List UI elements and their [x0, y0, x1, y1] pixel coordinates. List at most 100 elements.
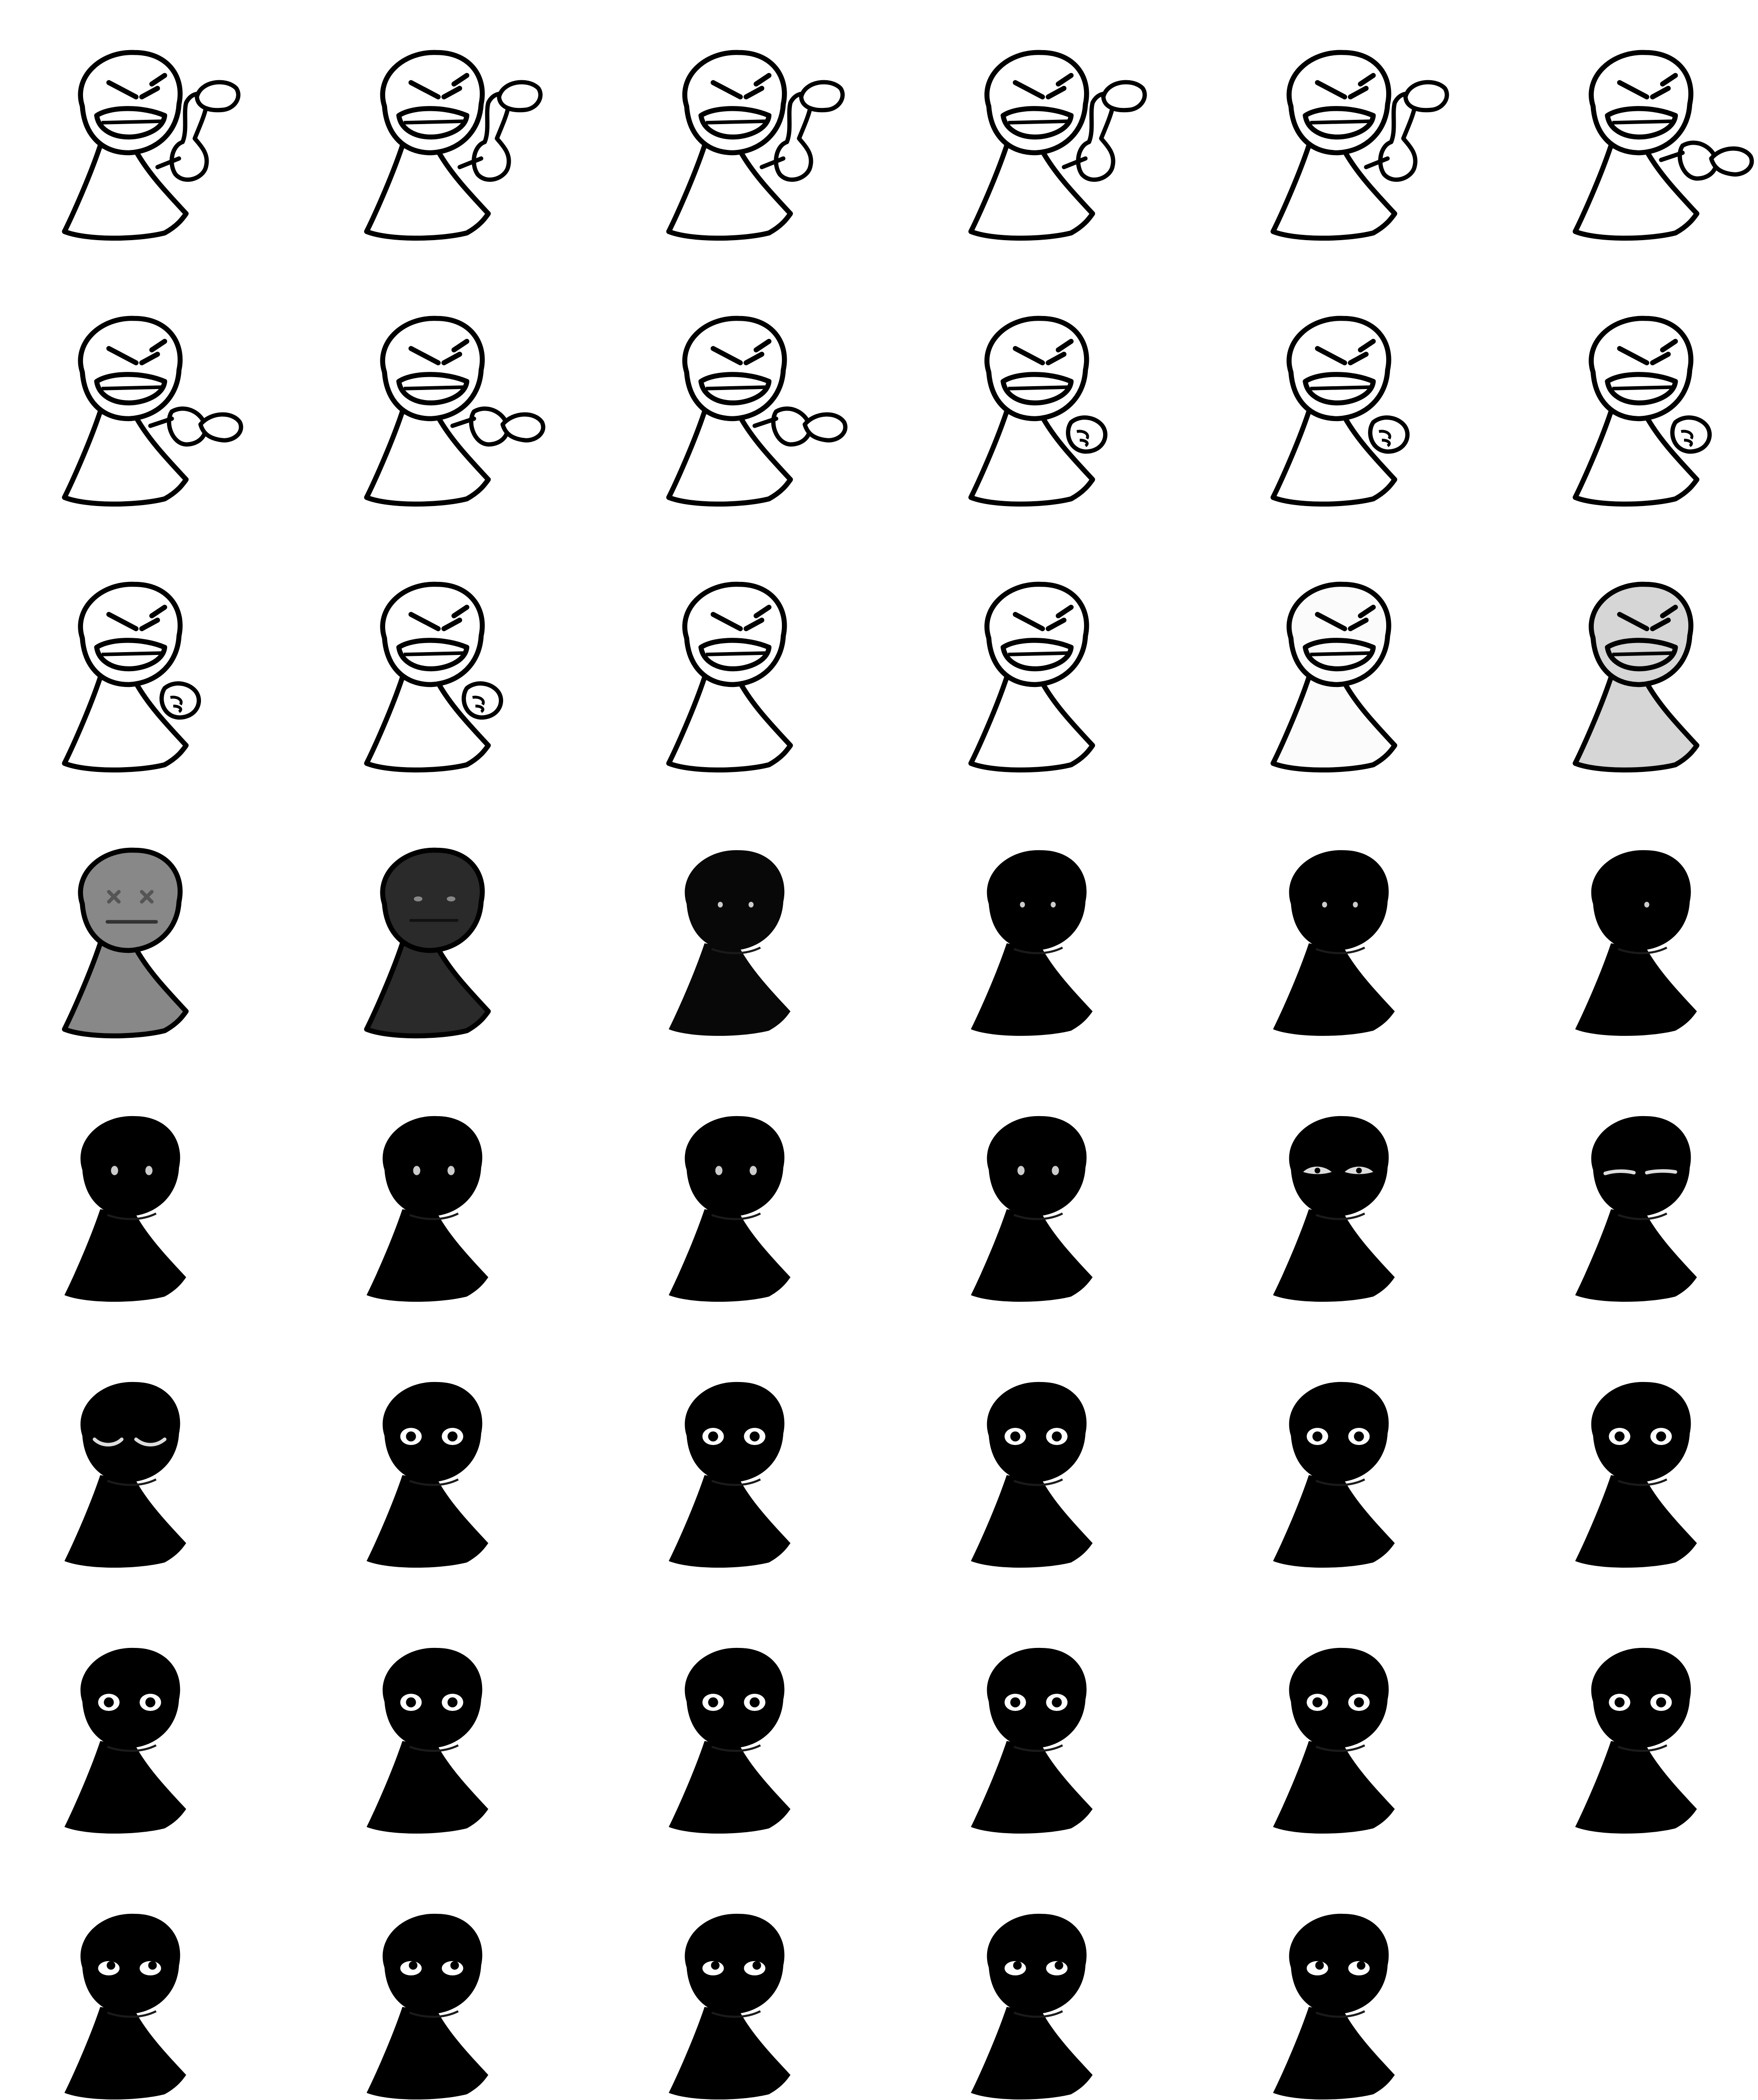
thumb-tip: [799, 80, 845, 113]
pupil-left: [106, 1961, 116, 1970]
character-frame-5: [1270, 50, 1449, 241]
character-frame-21: [669, 850, 790, 1036]
head: [1591, 850, 1691, 950]
pupil-right: [1357, 1961, 1366, 1970]
character-frame-10: [968, 316, 1108, 507]
character-frame-3: [666, 50, 845, 241]
head: [80, 1647, 180, 1748]
head: [80, 1116, 180, 1216]
pupil-right: [447, 1697, 458, 1708]
teeth-line: [1612, 385, 1673, 390]
head: [987, 1116, 1087, 1216]
body: [669, 1209, 790, 1302]
pupil-right: [749, 1431, 760, 1442]
thumb-tip: [195, 80, 241, 113]
pupil-right: [148, 1961, 157, 1970]
teeth-line: [403, 385, 464, 390]
body: [367, 1209, 488, 1302]
body: [971, 1209, 1093, 1302]
character-frame-38: [367, 1647, 488, 1834]
head: [1289, 850, 1389, 950]
character-frame-27: [669, 1116, 790, 1302]
pupil-right: [1356, 1168, 1362, 1173]
character-frame-29: [1273, 1116, 1395, 1302]
pupil-right: [749, 1697, 760, 1708]
head: [987, 1913, 1087, 2014]
body: [364, 143, 491, 241]
character-frame-33: [669, 1382, 790, 1568]
body: [1273, 1209, 1395, 1302]
head: [80, 1382, 180, 1482]
body: [364, 940, 491, 1039]
body: [64, 2007, 186, 2100]
character-frame-7: [62, 316, 243, 507]
teeth-line: [1008, 385, 1069, 390]
pupil-left: [406, 1431, 416, 1442]
head: [1591, 1647, 1691, 1748]
thumb-side: [802, 412, 848, 443]
body: [1273, 2007, 1395, 2100]
character-frame-40: [971, 1647, 1093, 1834]
teeth-line: [403, 651, 464, 656]
body: [64, 1741, 186, 1834]
pupil-right: [1354, 1431, 1364, 1442]
teeth-line: [705, 119, 767, 125]
teeth-line: [1008, 651, 1069, 656]
pupil-left: [708, 1431, 718, 1442]
character-frame-2: [364, 50, 543, 241]
character-frame-16: [968, 581, 1095, 773]
thumb-side: [198, 412, 243, 443]
character-frame-37: [64, 1647, 186, 1834]
teeth-line: [403, 119, 464, 125]
pupil-left: [409, 1961, 418, 1970]
thumb-side: [1709, 146, 1754, 177]
body: [1270, 143, 1398, 241]
teeth-line: [1310, 651, 1371, 656]
character-frame-44: [367, 1913, 488, 2100]
character-frame-36: [1575, 1382, 1697, 1568]
teeth-line: [101, 651, 162, 656]
teeth-line: [705, 385, 767, 390]
eye-left: [1020, 902, 1025, 908]
character-frame-6: [1572, 50, 1754, 241]
pupil-right: [1656, 1697, 1666, 1708]
pupil-left: [104, 1697, 114, 1708]
head: [987, 1382, 1087, 1482]
head: [684, 1382, 785, 1482]
character-frame-26: [367, 1116, 488, 1302]
body: [1575, 943, 1697, 1036]
head: [1591, 1382, 1691, 1482]
head: [1289, 1116, 1389, 1216]
character-frame-24: [1575, 850, 1697, 1036]
thumb-tip: [1403, 80, 1449, 113]
character-frame-31: [64, 1382, 186, 1568]
pupil-left: [1315, 1168, 1320, 1173]
character-frame-17: [1270, 581, 1398, 773]
character-frame-46: [971, 1913, 1093, 2100]
pupil-left: [406, 1697, 416, 1708]
body: [1273, 1475, 1395, 1568]
teeth-line: [1612, 651, 1673, 656]
head: [684, 1647, 785, 1748]
pupil-left: [1013, 1961, 1022, 1970]
head: [382, 1116, 483, 1216]
eye-right: [1353, 902, 1358, 908]
character-frame-47: [1273, 1913, 1395, 2100]
character-frame-22: [971, 850, 1093, 1036]
body: [1572, 675, 1700, 773]
character-frame-8: [364, 316, 546, 507]
body: [367, 1475, 488, 1568]
teeth-line: [1310, 119, 1371, 125]
head: [987, 1647, 1087, 1748]
head: [987, 850, 1087, 950]
body: [64, 1475, 186, 1568]
character-frame-45: [669, 1913, 790, 2100]
character-frame-35: [1273, 1382, 1395, 1568]
character-frame-9: [666, 316, 848, 507]
character-frame-19: [62, 847, 189, 1039]
body: [64, 1209, 186, 1302]
character-frame-32: [367, 1382, 488, 1568]
character-frame-11: [1270, 316, 1410, 507]
pupil-left: [1614, 1431, 1625, 1442]
eye-right: [749, 1166, 757, 1175]
